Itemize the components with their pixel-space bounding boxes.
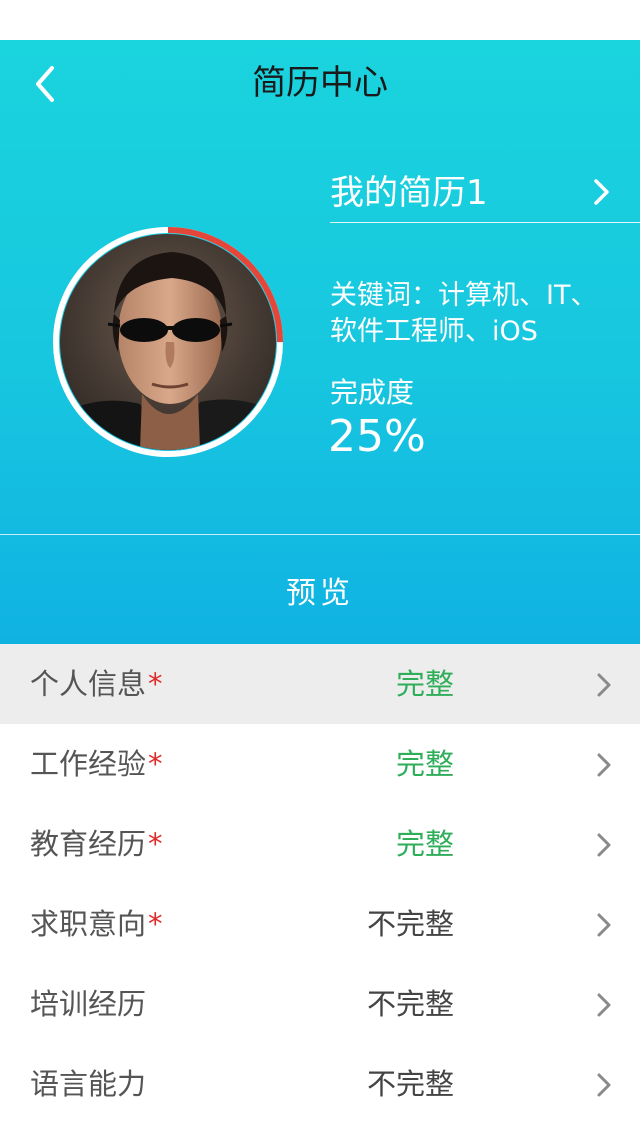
chevron-right-icon bbox=[597, 753, 611, 777]
completion-value: 25% bbox=[328, 411, 426, 462]
avatar-progress[interactable] bbox=[50, 224, 286, 460]
required-mark: * bbox=[148, 667, 163, 701]
section-label: 求职意向* bbox=[30, 904, 163, 944]
resume-header: 简历中心 我的简历1 关键词：计算机、IT、 软件工程师、iOS 完成度 25%… bbox=[0, 40, 640, 644]
chevron-right-icon bbox=[597, 833, 611, 857]
completion-label: 完成度 bbox=[330, 376, 415, 409]
resume-name: 我的简历1 bbox=[330, 173, 488, 213]
chevron-right-icon bbox=[597, 1073, 611, 1097]
chevron-right-icon bbox=[594, 179, 609, 205]
chevron-right-icon bbox=[597, 993, 611, 1017]
section-label: 工作经验* bbox=[30, 744, 163, 784]
list-item-job-intention[interactable]: 求职意向* 不完整 bbox=[0, 884, 640, 964]
status-text: 完整 bbox=[395, 747, 454, 781]
required-mark: * bbox=[148, 827, 163, 861]
section-label-text: 语言能力 bbox=[30, 1067, 147, 1101]
avatar bbox=[60, 234, 276, 450]
list-item-language[interactable]: 语言能力 不完整 bbox=[0, 1044, 640, 1124]
preview-button[interactable]: 预览 bbox=[0, 535, 640, 644]
section-label: 培训经历 bbox=[30, 984, 148, 1024]
section-label-text: 培训经历 bbox=[30, 987, 147, 1021]
list-item-personal-info[interactable]: 个人信息* 完整 bbox=[0, 644, 640, 724]
list-item-training[interactable]: 培训经历 不完整 bbox=[0, 964, 640, 1044]
page-title: 简历中心 bbox=[252, 63, 388, 103]
section-label: 个人信息* bbox=[30, 664, 163, 704]
status-text: 完整 bbox=[395, 827, 454, 861]
section-label: 语言能力 bbox=[30, 1064, 148, 1104]
required-mark: * bbox=[148, 907, 163, 941]
list-item-education[interactable]: 教育经历* 完整 bbox=[0, 804, 640, 884]
section-label-text: 教育经历 bbox=[30, 827, 147, 861]
status-text: 不完整 bbox=[366, 907, 454, 941]
list-item-work-experience[interactable]: 工作经验* 完整 bbox=[0, 724, 640, 804]
section-label-text: 求职意向 bbox=[30, 907, 147, 941]
status-text: 不完整 bbox=[366, 987, 454, 1021]
section-label-text: 个人信息 bbox=[30, 667, 147, 701]
status-text: 完整 bbox=[395, 667, 454, 701]
section-label: 教育经历* bbox=[30, 824, 163, 864]
resume-name-link[interactable]: 我的简历1 bbox=[330, 166, 640, 223]
resume-section-list: 个人信息* 完整 工作经验* 完整 教育经历* 完整 求职意向* 不完整 培训经历 不完整 语言能力… bbox=[0, 644, 640, 1124]
chevron-right-icon bbox=[597, 913, 611, 937]
keywords-line-1: 关键词：计算机、IT、 bbox=[330, 280, 598, 311]
chevron-right-icon bbox=[597, 673, 611, 697]
status-text: 不完整 bbox=[366, 1067, 454, 1101]
status-bar bbox=[0, 0, 640, 40]
required-mark: * bbox=[148, 747, 163, 781]
keywords-line-2: 软件工程师、iOS bbox=[330, 316, 538, 347]
resume-keywords: 关键词：计算机、IT、 软件工程师、iOS bbox=[330, 278, 630, 350]
section-label-text: 工作经验 bbox=[30, 747, 147, 781]
avatar-portrait bbox=[60, 234, 276, 450]
